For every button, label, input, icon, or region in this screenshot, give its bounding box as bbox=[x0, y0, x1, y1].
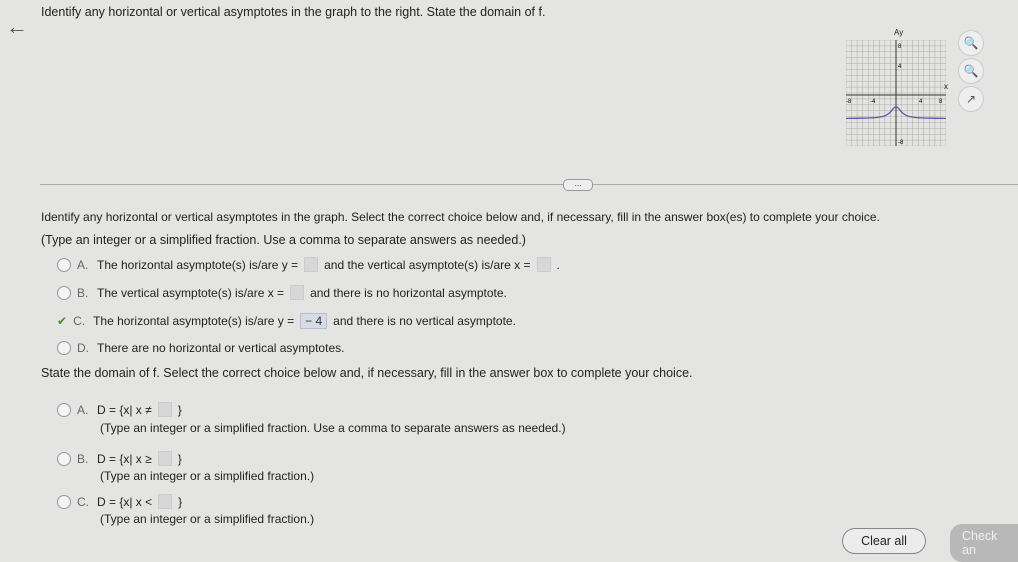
hint: (Type an integer or a simplified fractio… bbox=[100, 421, 566, 435]
x-tick-neg4: -4 bbox=[870, 99, 876, 105]
option-text: The horizontal asymptote(s) is/are y = bbox=[93, 314, 295, 328]
clear-all-button[interactable]: Clear all bbox=[842, 528, 926, 554]
option-text: The vertical asymptote(s) is/are x = bbox=[97, 285, 285, 300]
function-graph: 8 4 -8 -8 -4 4 8 bbox=[846, 40, 946, 146]
radio-a[interactable] bbox=[57, 402, 71, 417]
option-letter: B. bbox=[77, 451, 89, 466]
domain-option-a[interactable]: A. D = {x| x ≠} bbox=[57, 402, 182, 417]
radio-a[interactable] bbox=[57, 257, 71, 272]
hint: (Type an integer or a simplified fractio… bbox=[100, 469, 315, 483]
domain-option-c[interactable]: C. D = {x| x <} bbox=[57, 494, 182, 509]
radio-c[interactable] bbox=[57, 494, 71, 509]
expand-button[interactable]: ... bbox=[563, 179, 593, 191]
brace: } bbox=[178, 494, 183, 509]
checkmark-icon: ✔ bbox=[57, 314, 68, 328]
domain-option-b[interactable]: B. D = {x| x ≥} bbox=[57, 451, 182, 466]
option-letter: D. bbox=[77, 341, 89, 355]
radio-b[interactable] bbox=[57, 285, 71, 300]
zoom-in-icon[interactable]: 🔍 bbox=[958, 30, 984, 56]
divider bbox=[40, 184, 1018, 185]
option-letter: B. bbox=[77, 285, 89, 300]
x-tick-4: 4 bbox=[919, 99, 923, 105]
option-letter: A. bbox=[77, 257, 89, 272]
brace: } bbox=[177, 451, 182, 466]
y-tick-neg8: -8 bbox=[898, 140, 904, 146]
question-text: Identify any horizontal or vertical asym… bbox=[41, 5, 546, 19]
brace: } bbox=[177, 402, 182, 417]
option-text: There are no horizontal or vertical asym… bbox=[97, 341, 345, 355]
option-letter: A. bbox=[77, 402, 89, 417]
option-d[interactable]: D. There are no horizontal or vertical a… bbox=[57, 341, 344, 355]
hint: (Type an integer or a simplified fractio… bbox=[100, 512, 315, 526]
option-letter: C. bbox=[73, 314, 86, 328]
domain-expression: D = {x| x ≥ bbox=[97, 451, 152, 466]
option-text: and there is no vertical asymptote. bbox=[333, 314, 516, 328]
domain-expression: D = {x| x ≠ bbox=[97, 402, 152, 417]
domain-expression: D = {x| x < bbox=[97, 494, 153, 509]
x-tick-neg8: -8 bbox=[846, 99, 852, 105]
option-text: . bbox=[556, 257, 560, 272]
x-axis-label: x bbox=[944, 82, 948, 91]
answer-box-x[interactable] bbox=[536, 257, 551, 272]
check-answer-button[interactable]: Check an bbox=[950, 524, 1018, 562]
option-text: The horizontal asymptote(s) is/are y = bbox=[97, 257, 299, 272]
radio-d[interactable] bbox=[57, 341, 71, 355]
part1-instruction: Identify any horizontal or vertical asym… bbox=[41, 210, 880, 224]
answer-box-y[interactable]: − 4 bbox=[300, 313, 328, 329]
answer-box[interactable] bbox=[157, 451, 172, 466]
option-b[interactable]: B. The vertical asymptote(s) is/are x = … bbox=[57, 285, 507, 300]
option-c[interactable]: ✔ C. The horizontal asymptote(s) is/are … bbox=[57, 313, 516, 329]
part2-instruction: State the domain of f. Select the correc… bbox=[41, 366, 693, 380]
y-axis-label: Ay bbox=[894, 28, 904, 37]
option-text: and the vertical asymptote(s) is/are x = bbox=[324, 257, 531, 272]
answer-box-y[interactable] bbox=[304, 257, 319, 272]
zoom-out-icon[interactable]: 🔍 bbox=[958, 58, 984, 84]
answer-box[interactable] bbox=[158, 494, 173, 509]
popout-icon[interactable]: ↗ bbox=[958, 86, 984, 112]
option-text: and there is no horizontal asymptote. bbox=[310, 285, 507, 300]
part1-hint: (Type an integer or a simplified fractio… bbox=[41, 233, 526, 247]
answer-box[interactable] bbox=[157, 402, 172, 417]
option-a[interactable]: A. The horizontal asymptote(s) is/are y … bbox=[57, 257, 560, 272]
back-arrow-icon[interactable]: ← bbox=[6, 14, 28, 40]
x-tick-8: 8 bbox=[939, 99, 943, 105]
radio-b[interactable] bbox=[57, 451, 71, 466]
option-letter: C. bbox=[77, 494, 89, 509]
answer-box-x[interactable] bbox=[290, 285, 305, 300]
